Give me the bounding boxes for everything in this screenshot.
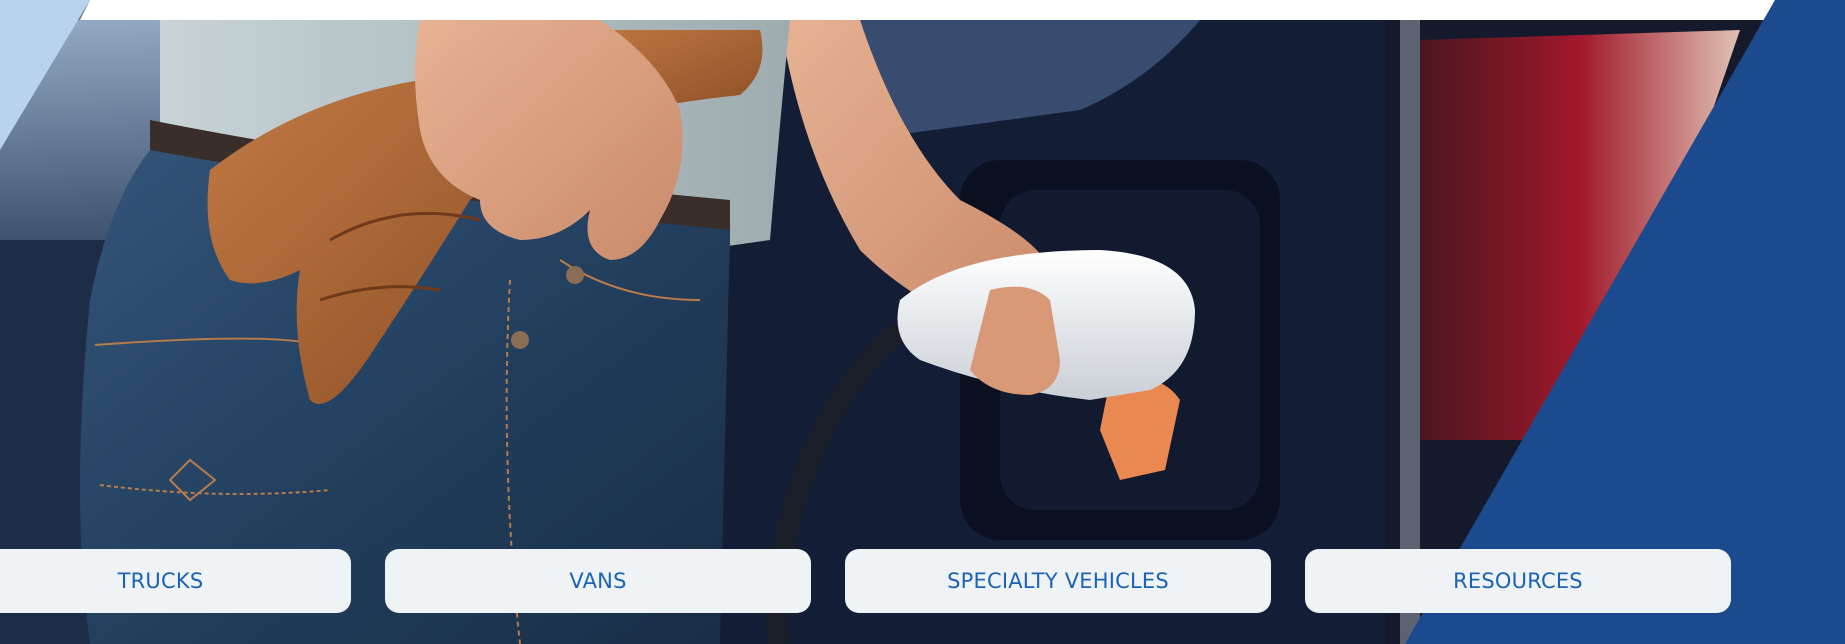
vans-button[interactable]: VANS (385, 549, 811, 613)
resources-button-label: RESOURCES (1453, 569, 1583, 593)
resources-button[interactable]: RESOURCES (1305, 549, 1731, 613)
trucks-button[interactable]: TRUCKS (0, 549, 351, 613)
specialty-vehicles-button-label: SPECIALTY VEHICLES (947, 569, 1169, 593)
hero-image (0, 0, 1845, 644)
hero-banner: TRUCKS VANS SPECIALTY VEHICLES RESOURCES (0, 0, 1845, 644)
trucks-button-label: TRUCKS (117, 569, 204, 593)
specialty-vehicles-button[interactable]: SPECIALTY VEHICLES (845, 549, 1271, 613)
vans-button-label: VANS (569, 569, 627, 593)
